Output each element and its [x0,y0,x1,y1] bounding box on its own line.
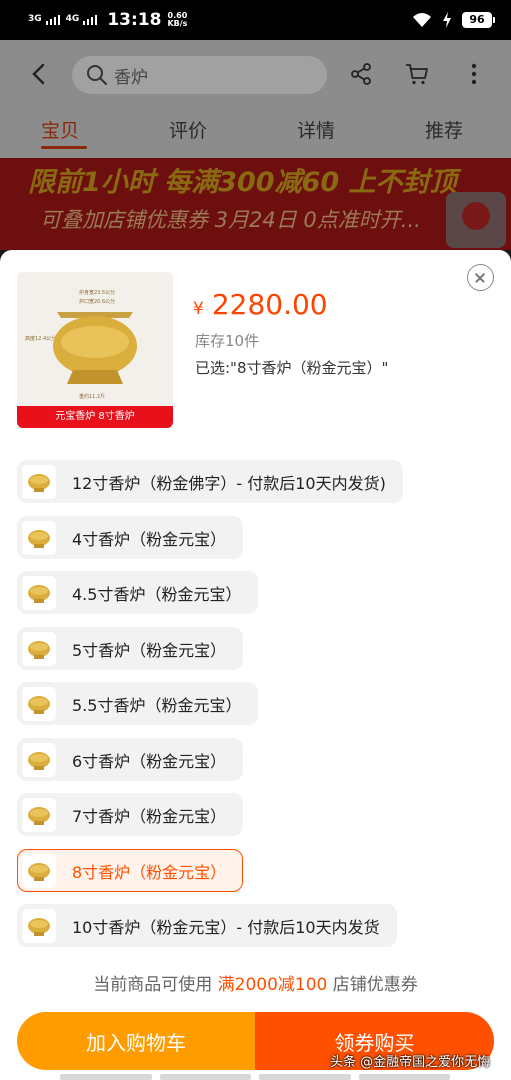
currency-symbol: ¥ [193,299,204,319]
variant-thumbnail [22,742,56,777]
image-dim-height: 高度12.4公分 [25,335,56,342]
variant-thumbnail [22,686,56,721]
coupon-prefix: 当前商品可使用 [93,975,213,995]
variant-thumbnail [22,520,56,555]
variant-label: 4.5寸香炉（粉金元宝） [72,584,242,604]
image-dim-width: 炉身宽23.5公分 [79,289,115,296]
signal-icon-1: 3G [28,15,60,25]
variant-thumbnail [22,853,56,888]
promo-banner[interactable]: 限前1小时 每满300减60 上不封顶 可叠加店铺优惠券 3月24日 0点准时开… [0,158,511,250]
variant-option[interactable]: 8寸香炉（粉金元宝） [17,849,244,892]
incense-burner-image: 炉身宽23.5公分 炉口宽20.6公分 高度12.4公分 重约11.2斤 [25,289,137,400]
variant-label: 12寸香炉（粉金佛字）- 付款后10天内发货) [72,473,386,493]
battery-icon: 96 [462,12,495,28]
charging-icon [443,12,451,28]
variant-option[interactable]: 10寸香炉（粉金元宝）- 付款后10天内发货 [17,904,397,947]
product-image[interactable]: 炉身宽23.5公分 炉口宽20.6公分 高度12.4公分 重约11.2斤 元宝香… [17,272,173,428]
clock: 13:18 [107,10,162,30]
variant-option[interactable]: 4.5寸香炉（粉金元宝） [17,571,259,614]
variant-option[interactable]: 5.5寸香炉（粉金元宝） [17,682,259,725]
cart-icon[interactable] [405,62,429,86]
variant-label: 4寸香炉（粉金元宝） [72,529,227,549]
top-bar: 香炉 [0,54,511,94]
network-type-2: 4G [65,14,80,24]
screen: 3G 4G 13:18 0.60 KB/s 96 香炉 宝贝 评价 详情 推荐 … [0,0,511,1080]
variant-label: 7寸香炉（粉金元宝） [72,806,227,826]
signal-icon-2: 4G [66,15,98,25]
variant-label: 8寸香炉（粉金元宝） [72,862,227,882]
status-bar: 3G 4G 13:18 0.60 KB/s 96 [0,0,511,40]
price: ¥ 2280.00 [193,288,328,321]
variant-option[interactable]: 4寸香炉（粉金元宝） [17,516,244,559]
image-dim-weight: 重约11.2斤 [79,393,105,400]
variant-thumbnail [22,575,56,610]
variant-thumbnail [22,631,56,666]
coupon-amount: 满2000减100 [217,975,328,995]
variant-label: 5.5寸香炉（粉金元宝） [72,695,242,715]
variant-option[interactable]: 5寸香炉（粉金元宝） [17,627,244,670]
close-icon[interactable] [467,264,494,291]
variant-option[interactable]: 12寸香炉（粉金佛字）- 付款后10天内发货) [17,460,403,503]
wifi-icon [413,13,431,27]
tab-recommend[interactable]: 推荐 [425,116,463,143]
network-type-1: 3G [28,14,42,24]
variant-option[interactable]: 7寸香炉（粉金元宝） [17,793,244,836]
variant-label: 5寸香炉（粉金元宝） [72,640,227,660]
speed-unit: KB/s [167,19,188,28]
image-caption: 元宝香炉 8寸香炉 [17,406,173,428]
floating-badge-icon[interactable] [446,192,506,248]
stock-count: 库存10件 [195,332,260,350]
background-page: 香炉 宝贝 评价 详情 推荐 限前1小时 每满300减60 上不封顶 可叠加店铺… [0,40,511,250]
price-amount: 2280.00 [211,288,328,321]
tab-details[interactable]: 详情 [297,116,335,143]
promo-line-1: 限前1小时 每满300减60 上不封顶 [28,167,457,198]
coupon-suffix: 店铺优惠券 [332,975,418,995]
promo-line-2: 可叠加店铺优惠券 3月24日 0点准时开... [40,208,421,232]
watermark: 头条 @金融帝国之爱你无悔 [330,1055,491,1070]
more-icon[interactable] [462,62,486,86]
back-arrow-icon[interactable] [28,62,50,86]
share-icon[interactable] [349,62,373,86]
network-speed: 0.60 KB/s [167,12,187,28]
search-query: 香炉 [114,67,148,88]
battery-level: 96 [462,12,492,28]
variant-thumbnail [22,464,56,499]
variant-label: 10寸香炉（粉金元宝）- 付款后10天内发货 [72,917,380,937]
active-tab-indicator [41,146,87,149]
add-to-cart-button[interactable]: 加入购物车 [17,1012,255,1070]
navigation-bar [60,1074,450,1080]
selected-variant: 已选:"8寸香炉（粉金元宝）" [195,359,389,377]
variant-thumbnail [22,908,56,943]
search-box[interactable]: 香炉 [72,56,327,94]
tab-reviews[interactable]: 评价 [169,116,207,143]
variant-label: 6寸香炉（粉金元宝） [72,751,227,771]
tab-baobei[interactable]: 宝贝 [41,116,79,143]
variant-option[interactable]: 6寸香炉（粉金元宝） [17,738,244,781]
coupon-info: 当前商品可使用 满2000减100 店铺优惠券 [0,970,511,995]
image-dim-mouth: 炉口宽20.6公分 [79,298,115,305]
variant-thumbnail [22,797,56,832]
sku-selector-sheet: 炉身宽23.5公分 炉口宽20.6公分 高度12.4公分 重约11.2斤 元宝香… [0,250,511,1080]
search-icon [87,65,107,85]
